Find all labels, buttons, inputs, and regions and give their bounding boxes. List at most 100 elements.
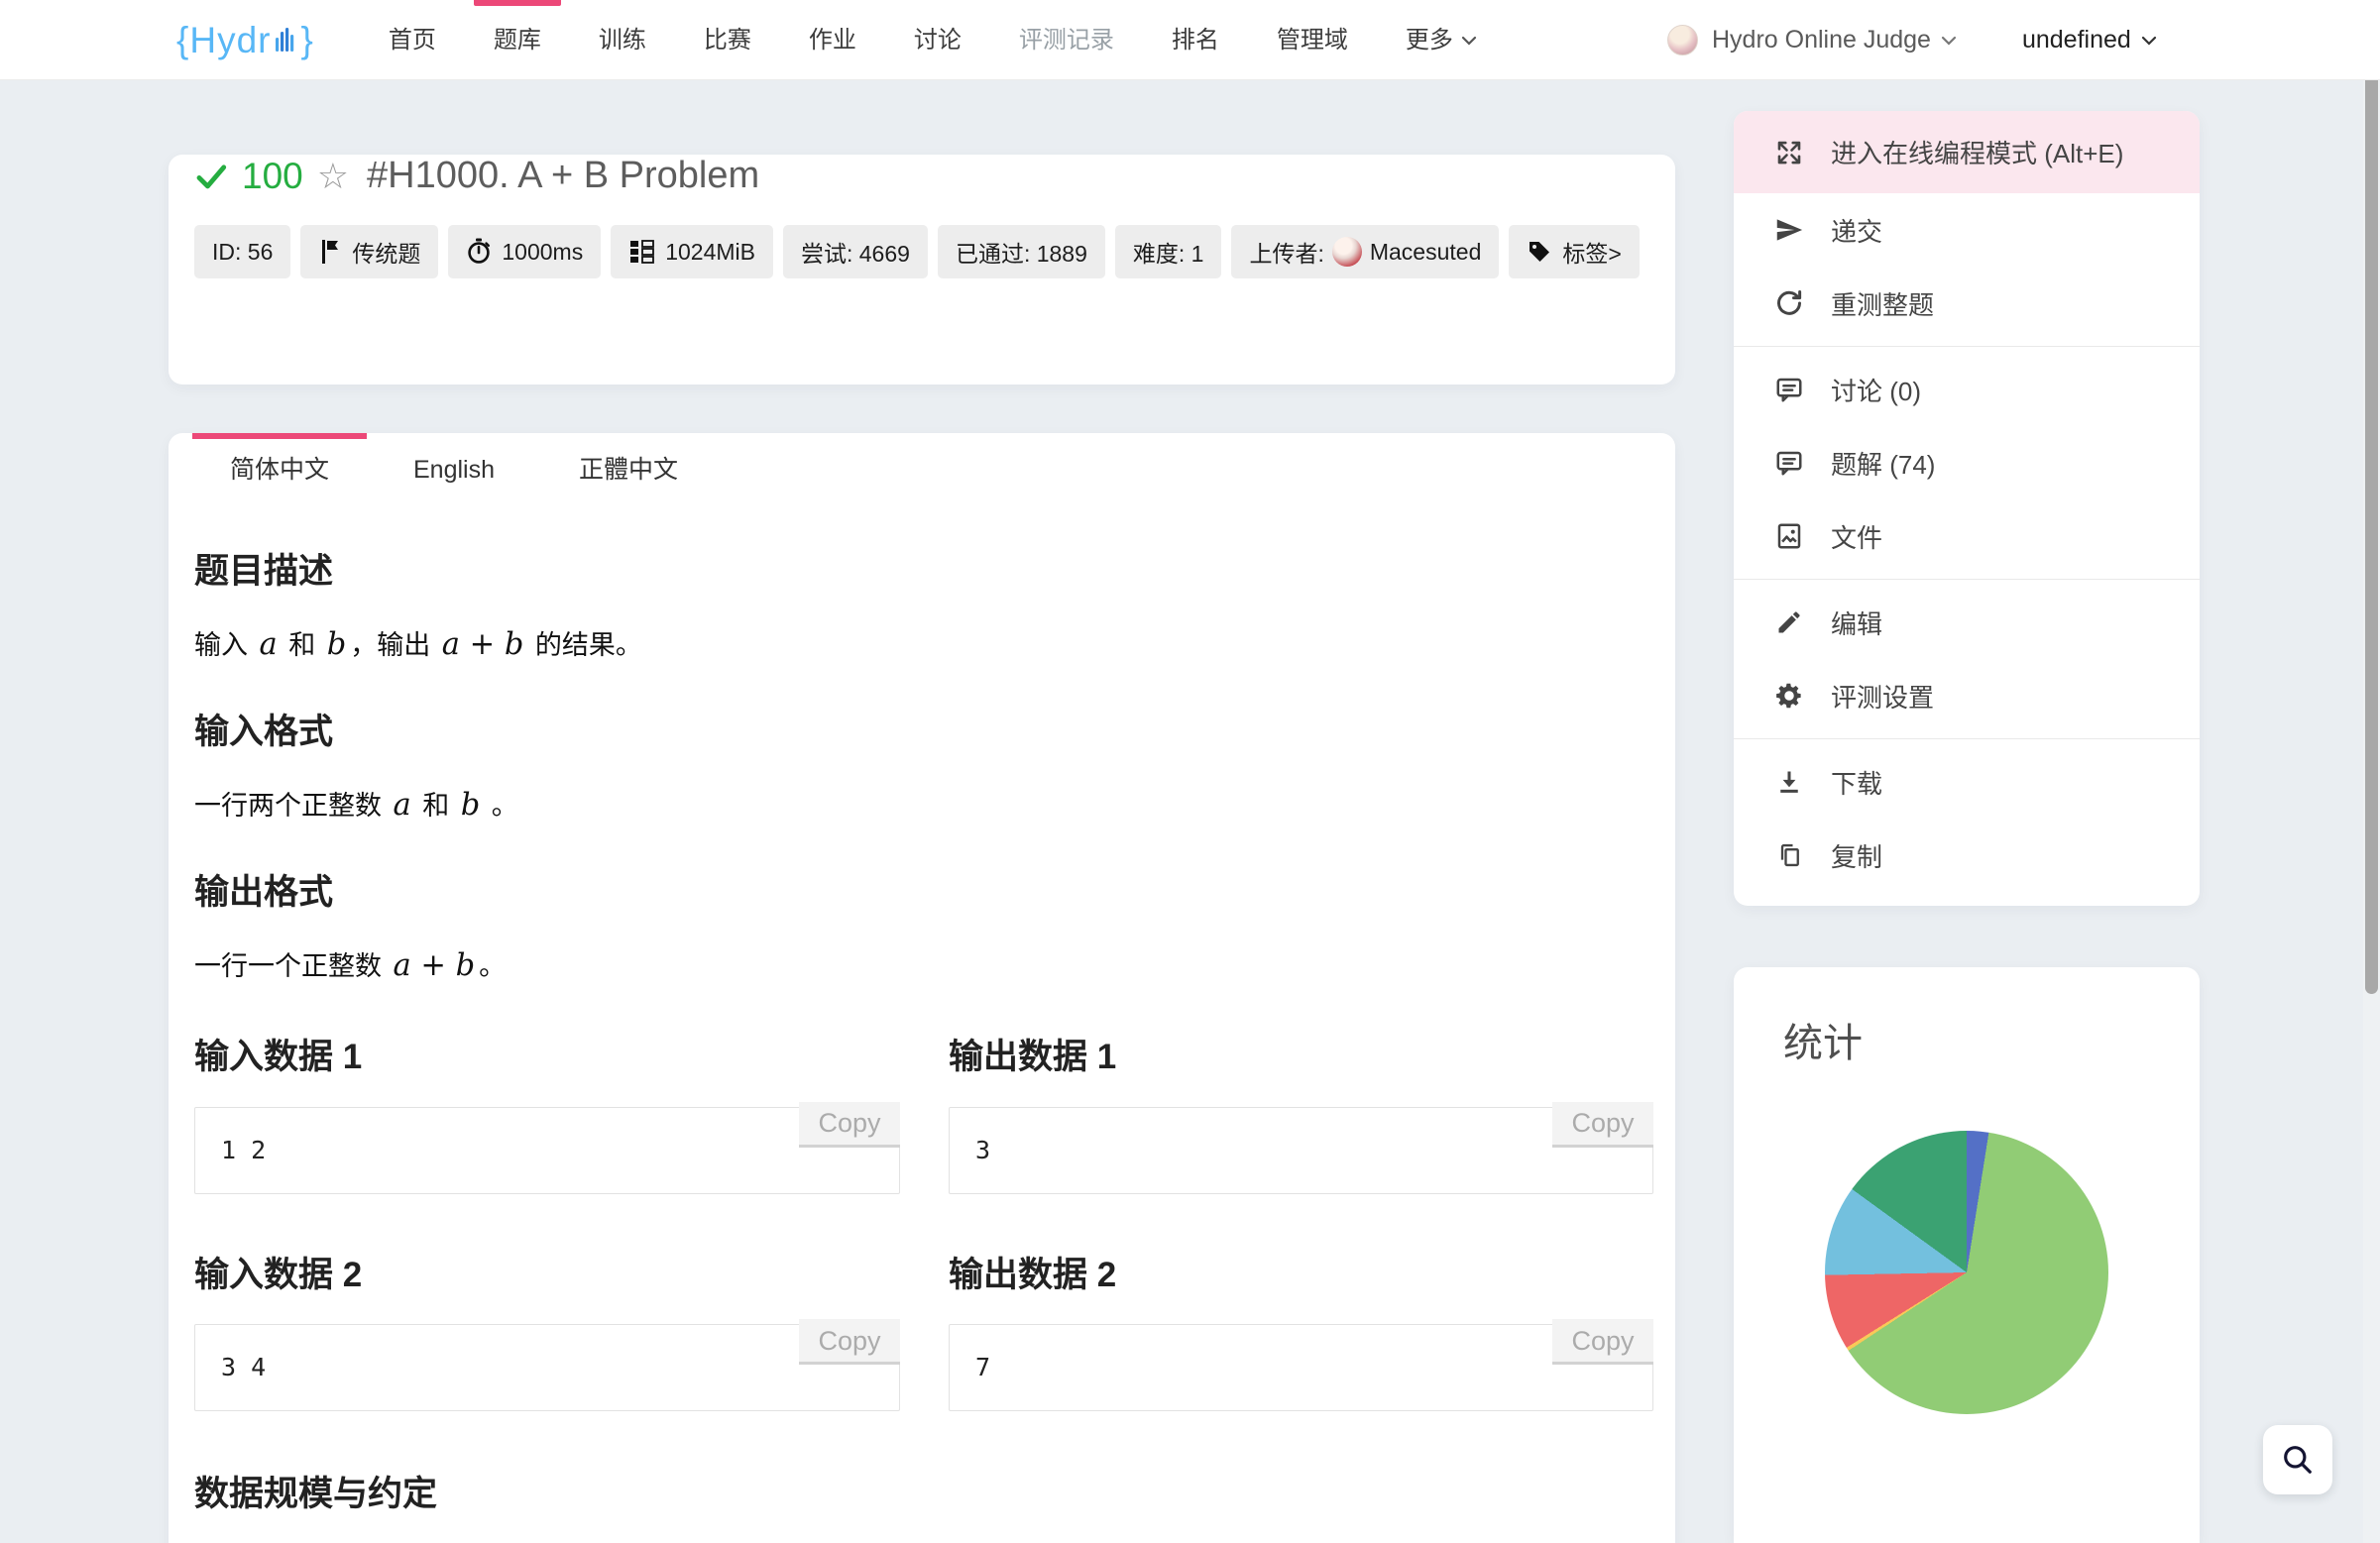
section-heading-input-format: 输入格式 xyxy=(194,711,1649,754)
badge-attempts: 尝试: 4669 xyxy=(783,225,928,278)
accepted-check-icon xyxy=(194,160,228,193)
copy-button[interactable]: Copy xyxy=(799,1319,900,1365)
sidebar-item-online-coding[interactable]: 进入在线编程模式 (Alt+E) xyxy=(1734,111,2200,193)
copy-button[interactable]: Copy xyxy=(1552,1102,1653,1148)
language-tabs: 简体中文 English 正體中文 xyxy=(169,433,1675,506)
section-heading-description: 题目描述 xyxy=(194,550,1649,594)
statement-content: 题目描述 输入 a 和 b，输出 a + b 的结果。 输入格式 一行两个正整数… xyxy=(194,550,1649,1543)
badge-tags[interactable]: 标签> xyxy=(1509,225,1639,278)
flag-icon xyxy=(318,239,342,265)
output-format-paragraph: 一行一个正整数 a + b。 xyxy=(194,944,1649,988)
comment-icon xyxy=(1773,375,1805,404)
hydro-drop-icon xyxy=(273,26,298,55)
sample-input-2-box: 3 4 Copy xyxy=(194,1324,900,1411)
tag-icon xyxy=(1527,239,1552,265)
refresh-icon xyxy=(1773,288,1805,318)
copy-button[interactable]: Copy xyxy=(1552,1319,1653,1365)
sample-output-2-value: 7 xyxy=(975,1353,990,1381)
file-image-icon xyxy=(1773,521,1805,551)
badge-accepted-count: 已通过: 1889 xyxy=(938,225,1105,278)
sample-input-1-value: 1 2 xyxy=(221,1136,266,1164)
navbar: {Hydr } 首页 题库 训练 比赛 作业 讨论 评测记录 排名 管理域 更 xyxy=(0,0,2380,80)
copy-icon xyxy=(1773,841,1805,869)
chevron-down-icon xyxy=(2141,36,2157,46)
logo-text-suffix: } xyxy=(300,20,313,61)
section-heading-constraints: 数据规模与约定 xyxy=(194,1473,1649,1516)
badge-type: 传统题 xyxy=(300,225,438,278)
nav-item-problems[interactable]: 题库 xyxy=(465,0,570,80)
description-paragraph: 输入 a 和 b，输出 a + b 的结果。 xyxy=(194,623,1649,667)
scrollbar-track[interactable] xyxy=(2363,0,2380,1543)
stats-heading: 统计 xyxy=(1734,967,2200,1068)
statement-card: 简体中文 English 正體中文 题目描述 输入 a 和 b，输出 a + b… xyxy=(169,433,1675,1543)
sidebar-item-submit[interactable]: 递交 xyxy=(1734,193,2200,267)
paper-plane-icon xyxy=(1773,215,1805,245)
divider xyxy=(1734,346,2200,347)
sidebar-item-rejudge[interactable]: 重测整题 xyxy=(1734,267,2200,340)
section-heading-output-format: 输出格式 xyxy=(194,871,1649,915)
stats-card: 统计 xyxy=(1734,967,2200,1543)
nav-item-contests[interactable]: 比赛 xyxy=(675,0,780,80)
badge-memory-limit: 1024MiB xyxy=(611,225,773,278)
sample-input-1-heading: 输入数据 1 xyxy=(194,1036,900,1079)
pencil-icon xyxy=(1773,608,1805,636)
page-title: #H1000. A + B Problem xyxy=(367,155,759,197)
expand-icon xyxy=(1773,138,1805,167)
nav-menu: 首页 题库 训练 比赛 作业 讨论 评测记录 排名 管理域 更多 xyxy=(360,0,1506,80)
gear-icon xyxy=(1773,681,1805,711)
domain-selector[interactable]: Hydro Online Judge xyxy=(1712,26,1957,55)
badge-row: ID: 56 传统题 1000ms xyxy=(194,225,1649,278)
tab-english[interactable]: English xyxy=(367,433,541,506)
sidebar-item-files[interactable]: 文件 xyxy=(1734,499,2200,573)
search-icon xyxy=(2280,1442,2316,1478)
sidebar-item-solutions[interactable]: 题解 (74) xyxy=(1734,426,2200,499)
sample-output-1-box: 3 Copy xyxy=(949,1107,1653,1194)
chevron-down-icon xyxy=(1941,36,1957,46)
nav-item-homework[interactable]: 作业 xyxy=(780,0,885,80)
sample-output-2-heading: 输出数据 2 xyxy=(949,1254,1653,1297)
divider xyxy=(1734,738,2200,739)
tab-zh-cn[interactable]: 简体中文 xyxy=(192,433,367,506)
sidebar-item-copy[interactable]: 复制 xyxy=(1734,819,2200,892)
action-sidebar: 进入在线编程模式 (Alt+E) 递交 重测整题 讨论 (0) xyxy=(1734,111,2200,906)
scrollbar-thumb[interactable] xyxy=(2365,3,2378,994)
nav-item-more[interactable]: 更多 xyxy=(1377,0,1506,80)
tab-zh-tw[interactable]: 正體中文 xyxy=(541,433,716,506)
badge-difficulty: 难度: 1 xyxy=(1115,225,1222,278)
stopwatch-icon xyxy=(466,238,492,266)
sidebar-item-download[interactable]: 下载 xyxy=(1734,745,2200,819)
nav-item-discussion[interactable]: 讨论 xyxy=(885,0,990,80)
chevron-down-icon xyxy=(1461,36,1477,46)
badge-id: ID: 56 xyxy=(194,225,290,278)
sample-output-1-heading: 输出数据 1 xyxy=(949,1036,1653,1079)
domain-avatar xyxy=(1667,25,1698,55)
submission-stats-pie-chart[interactable] xyxy=(1825,1131,2108,1414)
input-format-paragraph: 一行两个正整数 a 和 b 。 xyxy=(194,784,1649,827)
badge-uploader[interactable]: 上传者: Macesuted xyxy=(1231,225,1499,278)
hydro-logo[interactable]: {Hydr } xyxy=(176,20,314,61)
nav-item-home[interactable]: 首页 xyxy=(360,0,465,80)
nav-item-ranking[interactable]: 排名 xyxy=(1143,0,1248,80)
star-icon[interactable]: ☆ xyxy=(317,159,349,194)
sidebar-item-edit[interactable]: 编辑 xyxy=(1734,586,2200,659)
sample-input-2-value: 3 4 xyxy=(221,1353,266,1381)
memory-icon xyxy=(628,239,655,265)
sidebar-item-judge-settings[interactable]: 评测设置 xyxy=(1734,659,2200,732)
copy-button[interactable]: Copy xyxy=(799,1102,900,1148)
user-menu[interactable]: undefined xyxy=(2022,26,2157,55)
divider xyxy=(1734,579,2200,580)
sample-input-2-heading: 输入数据 2 xyxy=(194,1254,900,1297)
comment-icon xyxy=(1773,448,1805,478)
sample-output-1-value: 3 xyxy=(975,1136,990,1164)
search-button[interactable] xyxy=(2263,1425,2332,1494)
problem-header-card: 100 ☆ #H1000. A + B Problem ID: 56 传统题 xyxy=(169,155,1675,385)
badge-time-limit: 1000ms xyxy=(448,225,601,278)
uploader-avatar xyxy=(1332,237,1362,267)
nav-item-training[interactable]: 训练 xyxy=(570,0,675,80)
score-label: 100 xyxy=(242,156,303,197)
sidebar-item-discussions[interactable]: 讨论 (0) xyxy=(1734,353,2200,426)
logo-text-prefix: {Hydr xyxy=(176,20,271,61)
sample-input-1-box: 1 2 Copy xyxy=(194,1107,900,1194)
nav-item-domain-manage[interactable]: 管理域 xyxy=(1248,0,1377,80)
nav-item-records[interactable]: 评测记录 xyxy=(990,0,1143,80)
